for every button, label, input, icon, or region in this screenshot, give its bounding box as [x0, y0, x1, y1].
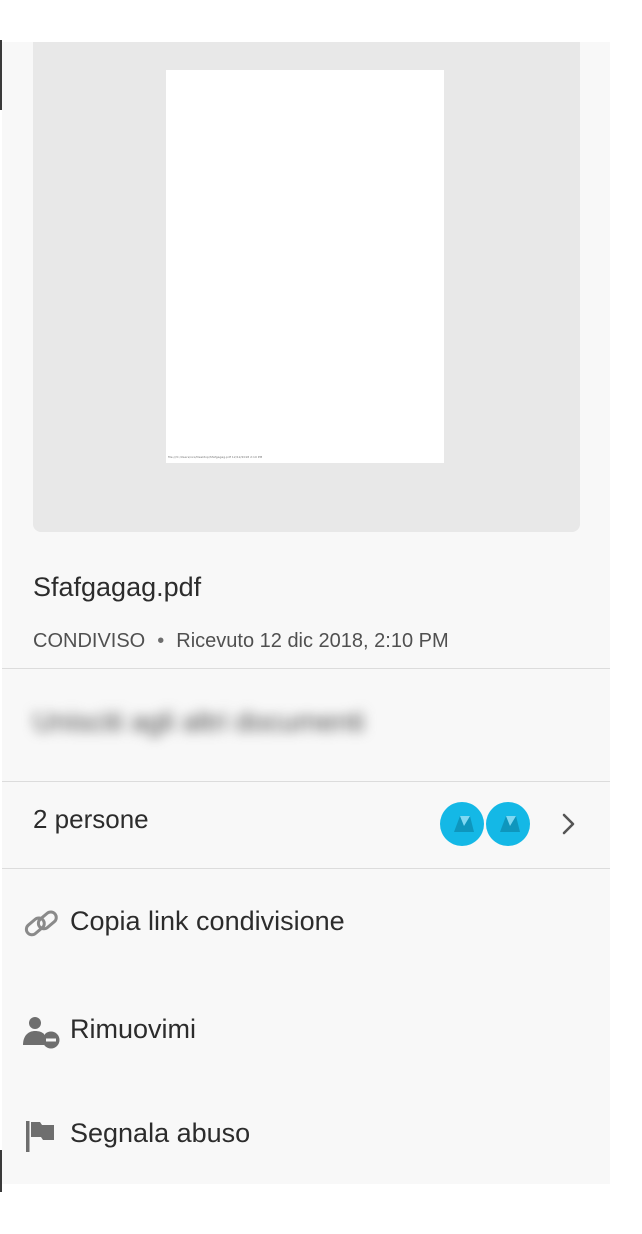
page: file:///C:/Users/xxx/Desktop/Sfafgagag.p…: [0, 0, 642, 1234]
user-avatar-1: [440, 802, 484, 846]
copy-share-link-label: Copia link condivisione: [70, 906, 345, 936]
remove-me-button[interactable]: Rimuovimi: [2, 1000, 610, 1060]
meta-separator: •: [157, 630, 165, 652]
divider: [2, 868, 610, 869]
report-abuse-button[interactable]: Segnala abuso: [2, 1104, 610, 1164]
document-thumbnail[interactable]: file:///C:/Users/xxx/Desktop/Sfafgagag.p…: [166, 70, 444, 463]
divider: [2, 668, 610, 669]
thumbnail-footer-text: file:///C:/Users/xxx/Desktop/Sfafgagag.p…: [168, 455, 263, 459]
flag-icon: [26, 1121, 54, 1152]
document-details-panel: file:///C:/Users/xxx/Desktop/Sfafgagag.p…: [2, 42, 610, 1184]
share-status: CONDIVISO: [33, 630, 146, 652]
received-date: Ricevuto 12 dic 2018, 2:10 PM: [176, 630, 449, 652]
link-icon: [24, 910, 58, 937]
report-abuse-label: Segnala abuso: [70, 1118, 251, 1148]
remove-me-label: Rimuovimi: [70, 1014, 197, 1044]
remove-user-icon: [23, 1017, 60, 1049]
participants-row[interactable]: 2 persone: [2, 782, 610, 869]
user-avatar-2: [486, 802, 530, 846]
redacted-message: Unisciti agli altri documenti: [33, 706, 365, 737]
copy-share-link-button[interactable]: Copia link condivisione: [2, 892, 610, 952]
document-meta: CONDIVISO • Ricevuto 12 dic 2018, 2:10 PM: [33, 630, 449, 653]
file-name: Sfafgagag.pdf: [33, 572, 202, 602]
document-thumbnail-area[interactable]: file:///C:/Users/xxx/Desktop/Sfafgagag.p…: [33, 42, 580, 532]
chevron-right-icon[interactable]: [558, 810, 580, 838]
participants-count: 2 persone: [33, 804, 149, 834]
